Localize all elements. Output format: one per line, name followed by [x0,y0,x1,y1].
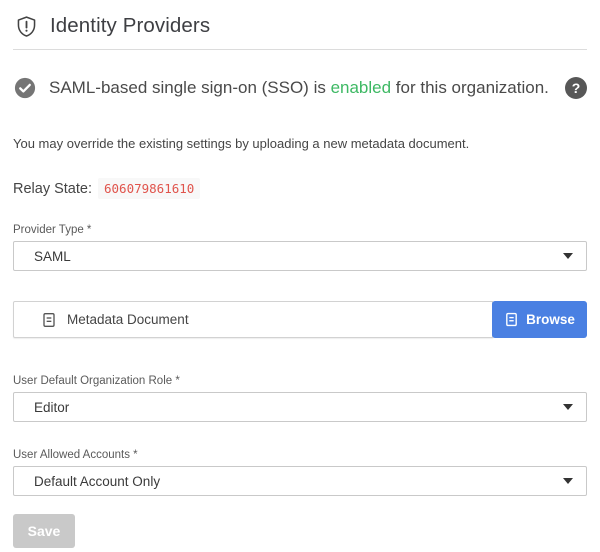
shield-exclamation-icon [15,15,38,38]
default-role-select[interactable]: Editor [13,392,587,422]
provider-type-value: SAML [34,249,71,264]
default-role-field: User Default Organization Role * Editor [13,375,587,422]
caret-down-icon [563,404,573,410]
provider-type-field: Provider Type * SAML [13,224,587,271]
metadata-document-input[interactable]: Metadata Document [13,301,493,338]
override-note: You may override the existing settings b… [13,136,587,151]
save-button[interactable]: Save [13,514,75,548]
caret-down-icon [563,253,573,259]
metadata-document-placeholder: Metadata Document [67,312,189,327]
default-role-label: User Default Organization Role * [13,375,587,387]
provider-type-select[interactable]: SAML [13,241,587,271]
relay-state-label: Relay State: [13,181,92,197]
sso-status-row: SAML-based single sign-on (SSO) is enabl… [13,77,587,99]
caret-down-icon [563,478,573,484]
document-icon [504,312,519,327]
provider-type-label: Provider Type * [13,224,587,236]
default-role-value: Editor [34,400,69,415]
allowed-accounts-value: Default Account Only [34,474,160,489]
sso-status-prefix: SAML-based single sign-on (SSO) is [49,78,331,97]
page-title: Identity Providers [50,14,210,38]
allowed-accounts-label: User Allowed Accounts * [13,449,587,461]
identity-providers-panel: Identity Providers SAML-based single sig… [0,0,600,548]
sso-status-enabled: enabled [331,78,392,97]
allowed-accounts-select[interactable]: Default Account Only [13,466,587,496]
sso-status-suffix: for this organization. [391,78,549,97]
metadata-document-row: Metadata Document Browse [13,301,587,338]
relay-state-value: 606079861610 [98,178,200,199]
document-icon [41,312,57,328]
check-circle-icon [14,77,36,99]
page-header: Identity Providers [13,12,587,50]
allowed-accounts-field: User Allowed Accounts * Default Account … [13,449,587,496]
sso-status-text: SAML-based single sign-on (SSO) is enabl… [49,78,549,98]
browse-button-label: Browse [526,312,575,327]
help-icon[interactable]: ? [565,77,587,99]
relay-state-row: Relay State: 606079861610 [13,178,587,199]
browse-button[interactable]: Browse [492,301,587,338]
